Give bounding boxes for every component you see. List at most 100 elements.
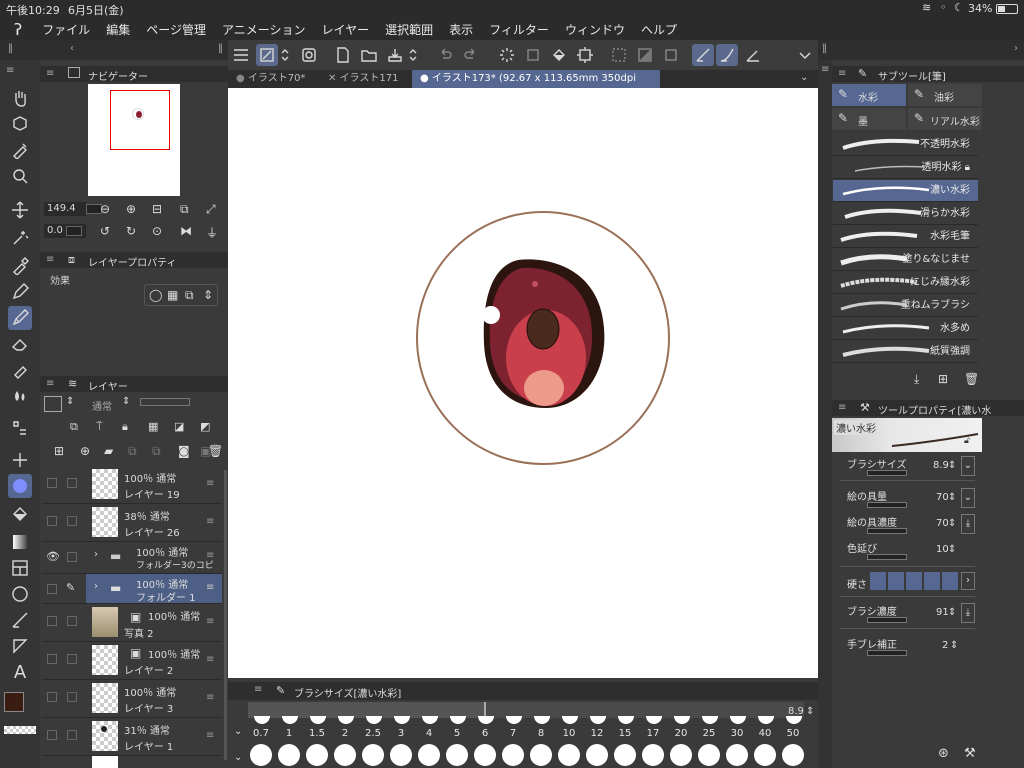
stabilization-value[interactable]: 2 [942,640,948,651]
fit-window-icon[interactable]: ⤢ [206,202,216,217]
hardness-selector[interactable] [870,572,960,590]
brush-density-value[interactable]: 91 [936,607,949,618]
trash-icon[interactable]: 🗑︎ [964,372,979,386]
sparkle-icon[interactable] [8,448,32,472]
chevron-updown-icon[interactable] [278,44,292,66]
wrench-icon[interactable]: ⚒ [964,746,976,761]
eraser-icon[interactable] [8,332,32,356]
drag-handle-icon[interactable]: ≡ [206,730,214,741]
navigator-viewport[interactable] [110,90,170,150]
zoom-out-icon[interactable]: ⊖ [100,202,110,216]
rotate-right-icon[interactable]: ↻ [126,224,136,238]
gradient-icon[interactable] [8,530,32,554]
ellipse-select-icon[interactable] [8,474,32,498]
brush-icon[interactable] [8,306,32,330]
transform-icon[interactable] [574,44,596,66]
import-icon[interactable]: ⤓ [914,372,919,387]
chevron-updown-icon[interactable]: ⇕ [948,460,956,471]
chevron-right-icon[interactable]: › [94,549,98,560]
figure-tool-icon[interactable] [8,416,32,440]
brush-size-preset-label[interactable]: 6 [472,728,498,739]
reset-rotate-icon[interactable]: ⊙ [152,224,162,238]
loading-icon[interactable] [496,44,518,66]
navigator-preview[interactable] [88,84,180,196]
chevron-updown-icon[interactable]: ⇕ [948,518,956,529]
tone-icon[interactable]: ▦ [167,288,178,302]
new-folder-icon[interactable]: ▰ [104,444,113,458]
layer-color-box[interactable] [44,396,62,412]
chevron-right-icon[interactable]: › [1014,43,1018,54]
layer-row[interactable]: 100％ 通常 レイヤー 19 ≡ [42,466,222,504]
circle-shape-icon[interactable] [8,582,32,606]
chevron-updown-icon[interactable]: ⇕ [806,706,814,717]
layer-row[interactable]: ▣ 100％ 通常 写真 2 ≡ [42,604,222,642]
drag-handle-icon[interactable]: ≡ [206,692,214,703]
brush-size-preset[interactable] [446,744,468,766]
edit-toggle[interactable] [67,478,77,488]
chevron-down-icon[interactable]: ⌄ [234,726,242,737]
brush-size-preset-label[interactable]: 40 [752,728,778,739]
brush-size-preset-label[interactable]: 4 [416,728,442,739]
add-mask-icon[interactable]: ◙ [178,444,190,458]
chevron-updown-icon[interactable]: ⇕ [950,640,958,651]
brush-size-preset[interactable] [250,744,272,766]
visibility-toggle[interactable] [47,478,57,488]
ruler-link-icon[interactable]: ◩ [200,420,210,433]
brush-size-preset-label[interactable]: 1 [276,728,302,739]
operation-icon[interactable] [8,112,32,136]
invert-selection-icon[interactable] [634,44,656,66]
menu-help[interactable]: ヘルプ [641,21,677,38]
main-color-swatch[interactable] [4,692,24,712]
brush-size-preset[interactable] [726,744,748,766]
drag-handle-icon[interactable]: ≡ [206,582,214,593]
pressure-settings-button[interactable]: ⌄ [961,488,975,508]
trash-icon[interactable]: 🗑︎ [208,444,223,458]
undo-icon[interactable] [434,44,456,66]
pressure-settings-button[interactable]: ⌄ [961,456,975,476]
brush-density-slider[interactable] [867,617,907,623]
menu-icon[interactable]: ≡ [46,254,54,265]
subtool-item[interactable]: にじみ縁水彩 [833,272,978,294]
chevron-down-icon[interactable] [794,44,816,66]
brush-size-preset-label[interactable]: 2 [332,728,358,739]
collapse-icon[interactable]: ‖ [218,43,223,54]
lock-transparency-icon[interactable]: ▦ [148,420,158,433]
reference-icon[interactable]: ⍑ [96,420,103,434]
brush-size-preset-label[interactable]: 5 [444,728,470,739]
chevron-updown-icon[interactable]: ⇕ [203,288,213,302]
subtool-group-oil[interactable]: ✎ 油彩 [908,84,982,106]
zoom-value[interactable]: 149.4 [44,202,86,216]
brush-size-preset-label[interactable]: 7 [500,728,526,739]
drag-handle-icon[interactable]: ≡ [206,478,214,489]
layer-color-icon[interactable]: ⧉ [185,288,194,303]
paint-amount-value[interactable]: 70 [936,492,949,503]
redo-icon[interactable] [460,44,482,66]
brush-size-preset-label[interactable]: 20 [668,728,694,739]
fit-icon[interactable]: ⊟ [152,202,162,216]
edit-toggle[interactable] [67,552,77,562]
paint-density-slider[interactable] [867,528,907,534]
subtool-item[interactable]: 水多め [833,318,978,340]
brush-size-preset-label[interactable]: 10 [556,728,582,739]
chevron-updown-icon[interactable]: ⇕ [948,544,956,555]
brush-size-slider[interactable] [248,702,804,718]
paint-amount-slider[interactable] [867,502,907,508]
save-icon[interactable] [384,44,406,66]
fill-bucket-icon[interactable] [8,502,32,526]
menu-icon[interactable]: ≡ [254,684,262,695]
brush-size-preset-label[interactable]: 0.7 [248,728,274,739]
menu-layer[interactable]: レイヤー [322,21,370,38]
brush-size-preset-label[interactable]: 30 [724,728,750,739]
canvas-area[interactable] [228,88,828,678]
visibility-toggle[interactable] [47,616,57,626]
text-icon[interactable]: A [8,660,32,684]
chevron-right-icon[interactable]: › [94,581,98,592]
merge-down-icon[interactable]: ⧉ [152,444,161,459]
subtool-group-real-watercolor[interactable]: ✎ リアル水彩 [908,108,982,130]
brush-size-preset[interactable] [530,744,552,766]
blend-mode[interactable]: 通常 [92,398,112,413]
layer-row[interactable]: 31％ 通常 レイヤー 1 ≡ [42,718,222,756]
brush-size-preset-label[interactable]: 12 [584,728,610,739]
clip-icon[interactable]: ⧉ [70,420,78,434]
menu-edit[interactable]: 編集 [106,21,130,38]
